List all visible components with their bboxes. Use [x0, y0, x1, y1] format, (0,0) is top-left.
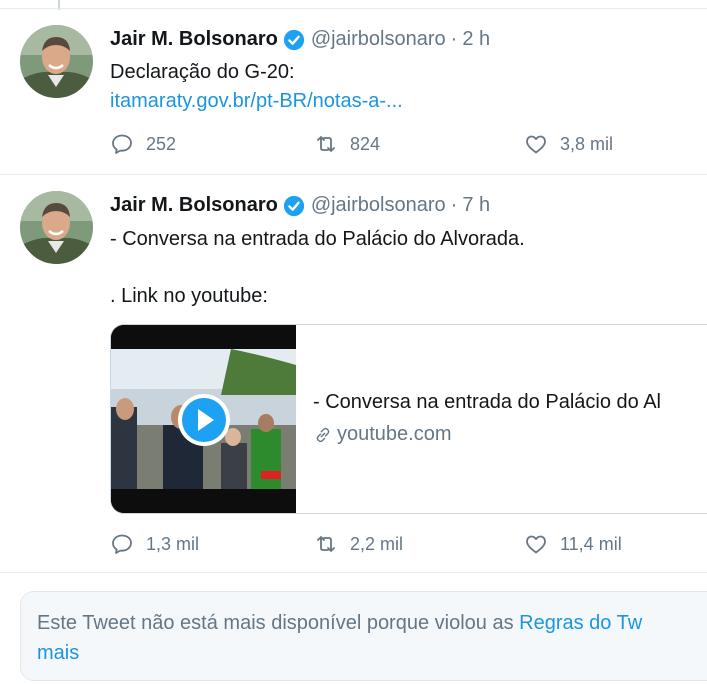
timestamp[interactable]: 2 h: [462, 28, 490, 51]
reply-count: 1,3 mil: [146, 533, 200, 554]
reply-count: 252: [146, 133, 177, 154]
card-domain-text: youtube.com: [337, 423, 452, 445]
retweet-count: 824: [350, 133, 381, 154]
card-domain: youtube.com: [313, 423, 452, 446]
verified-badge-icon: [283, 195, 305, 217]
notice-message: Este Tweet não está mais disponível porq…: [37, 612, 520, 634]
avatar[interactable]: [20, 191, 93, 264]
tweet[interactable]: Jair M. Bolsonaro @jairbolsonaro · 2 h D…: [0, 8, 707, 175]
author-name[interactable]: Jair M. Bolsonaro: [110, 194, 278, 217]
tweet-text: - Conversa na entrada do Palácio do Alvo…: [110, 228, 525, 250]
retweet-button[interactable]: 824: [314, 132, 380, 156]
link-icon: [316, 427, 330, 442]
tweet[interactable]: Jair M. Bolsonaro @jairbolsonaro · 7 h -…: [0, 176, 707, 573]
reply-icon: [112, 534, 132, 554]
retweet-count: 2,2 mil: [350, 533, 404, 554]
tweet-text: . Link no youtube:: [110, 285, 268, 307]
tweet-text: Declaração do G-20:: [110, 61, 295, 83]
tweet-header: Jair M. Bolsonaro @jairbolsonaro · 2 h: [110, 28, 490, 51]
tweet-link[interactable]: itamaraty.gov.br/pt-BR/notas-a-...: [110, 87, 403, 116]
retweet-icon: [317, 536, 335, 552]
author-handle[interactable]: @jairbolsonaro: [311, 28, 446, 51]
avatar[interactable]: [20, 25, 93, 98]
tweet-unavailable-notice: Este Tweet não está mais disponível porq…: [20, 591, 707, 681]
play-icon[interactable]: [177, 393, 231, 447]
tweet-actions: 1,3 mil 2,2 mil 11,4 mil: [110, 532, 650, 558]
like-button[interactable]: 3,8 mil: [524, 132, 613, 156]
like-button[interactable]: 11,4 mil: [524, 532, 622, 556]
learn-more-link[interactable]: mais: [37, 642, 79, 664]
tweet-header: Jair M. Bolsonaro @jairbolsonaro · 7 h: [110, 194, 490, 217]
like-count: 11,4 mil: [560, 533, 622, 554]
separator-dot: ·: [450, 28, 458, 50]
like-count: 3,8 mil: [560, 133, 614, 154]
author-name[interactable]: Jair M. Bolsonaro: [110, 28, 278, 51]
timestamp[interactable]: 7 h: [462, 194, 490, 217]
rules-link[interactable]: Regras do Tw: [519, 612, 642, 634]
retweet-button[interactable]: 2,2 mil: [314, 532, 403, 556]
tweet-actions: 252 824 3,8 mil: [110, 132, 650, 158]
card-title: - Conversa na entrada do Palácio do Al: [313, 391, 661, 413]
reply-button[interactable]: 1,3 mil: [110, 532, 199, 556]
author-handle[interactable]: @jairbolsonaro: [311, 194, 446, 217]
like-icon: [526, 135, 546, 154]
separator-dot: ·: [450, 194, 458, 216]
notice-text: Este Tweet não está mais disponível porq…: [37, 608, 642, 668]
reply-icon: [112, 134, 132, 154]
link-preview-card[interactable]: - Conversa na entrada do Palácio do Al y…: [110, 324, 707, 514]
like-icon: [526, 535, 546, 554]
verified-badge-icon: [283, 29, 305, 51]
reply-button[interactable]: 252: [110, 132, 176, 156]
video-thumbnail[interactable]: [111, 325, 296, 513]
retweet-icon: [317, 136, 335, 152]
